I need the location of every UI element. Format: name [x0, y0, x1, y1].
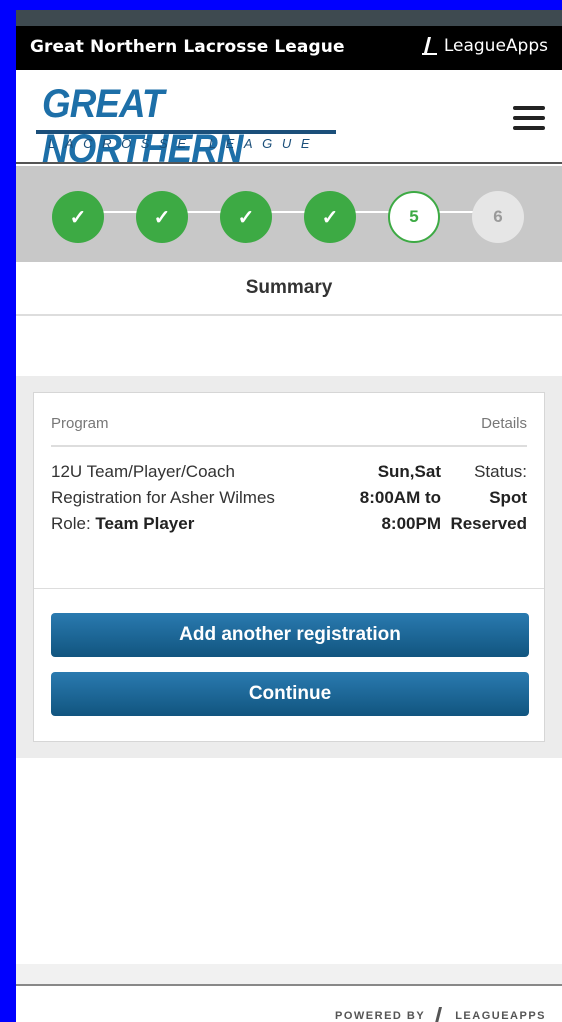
- col-details: Details: [481, 415, 527, 432]
- col-program: Program: [51, 415, 109, 432]
- table-header: Program Details: [51, 413, 527, 447]
- logo-rule: [36, 130, 336, 134]
- leagueapps-logo-icon: [420, 36, 438, 56]
- league-bar: Great Northern Lacrosse League LeagueApp…: [16, 26, 562, 70]
- status-label: Status:: [474, 462, 527, 481]
- logo-line2: LACROSSE LEAGUE: [48, 136, 320, 151]
- leagueapps-brand-label: LeagueApps: [443, 36, 548, 56]
- step-1: ✓: [52, 191, 104, 243]
- league-name: Great Northern Lacrosse League: [30, 37, 345, 57]
- continue-button[interactable]: Continue: [51, 672, 529, 716]
- footer-band: [16, 964, 562, 986]
- leagueapps-footer-logo-icon: [431, 1006, 449, 1022]
- step-5: 5: [388, 191, 440, 243]
- program-cell: 12U Team/Player/Coach Registration for A…: [51, 459, 291, 537]
- program-name: 12U Team/Player/Coach Registration for A…: [51, 462, 275, 507]
- status-strip: [16, 10, 562, 26]
- league-logo[interactable]: GREAT NORTHERN LACROSSE LEAGUE: [36, 82, 348, 171]
- powered-by[interactable]: POWERED BY LEAGUEAPPS: [335, 1006, 546, 1022]
- step-6: 6: [472, 191, 524, 243]
- site-header: GREAT NORTHERN LACROSSE LEAGUE: [16, 70, 562, 171]
- schedule-cell: Sun,Sat 8:00AM to 8:00PM: [321, 459, 441, 537]
- status-cell: Status: Spot Reserved: [427, 459, 527, 537]
- summary-title: Summary: [16, 262, 562, 316]
- divider: [34, 588, 544, 589]
- powered-by-label: POWERED BY: [335, 1010, 426, 1022]
- role-label: Role:: [51, 514, 96, 533]
- registration-card: Program Details 12U Team/Player/Coach Re…: [33, 392, 545, 742]
- step-3: ✓: [220, 191, 272, 243]
- page: Great Northern Lacrosse League LeagueApp…: [16, 26, 562, 1022]
- menu-icon[interactable]: [513, 106, 545, 130]
- powered-by-brand: LEAGUEAPPS: [455, 1010, 546, 1022]
- step-4: ✓: [304, 191, 356, 243]
- step-2: ✓: [136, 191, 188, 243]
- summary-section: Program Details 12U Team/Player/Coach Re…: [16, 376, 562, 758]
- status-value-line2: Reserved: [450, 514, 527, 533]
- leagueapps-brand[interactable]: LeagueApps: [420, 36, 548, 56]
- registration-progress: ✓ ✓ ✓ ✓ 5 6: [16, 166, 562, 262]
- status-value-line1: Spot: [489, 488, 527, 507]
- add-registration-button[interactable]: Add another registration: [51, 613, 529, 657]
- role-value: Team Player: [95, 514, 195, 533]
- logo-line1: GREAT NORTHERN: [42, 82, 243, 171]
